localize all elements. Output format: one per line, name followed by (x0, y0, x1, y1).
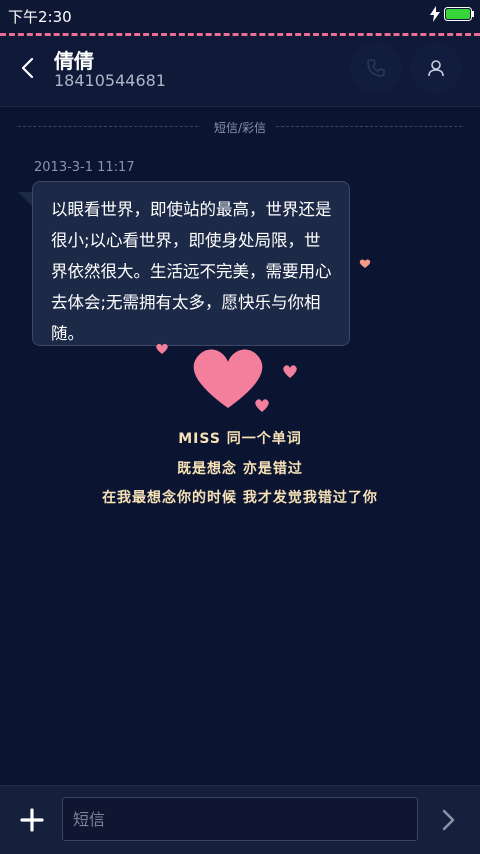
sms-divider: 短信/彩信 (18, 119, 462, 135)
art-text-line-1: MISS 同一个单词 (178, 431, 302, 447)
contact-info-button[interactable] (410, 42, 462, 94)
send-arrow-icon[interactable] (438, 808, 458, 832)
battery-icon (444, 7, 474, 21)
small-heart-icon (156, 343, 168, 354)
art-text-line-2: 既是想念 亦是错过 (177, 461, 303, 477)
charging-bolt-icon (430, 6, 440, 22)
person-icon (428, 60, 444, 77)
divider-label: 短信/彩信 (213, 121, 267, 135)
phone-icon (367, 59, 385, 77)
call-button[interactable] (350, 42, 402, 94)
status-bar: 下午2:30 (0, 0, 480, 32)
small-heart-icon (255, 399, 269, 412)
conversation-header: 倩倩 18410544681 (0, 36, 480, 107)
big-heart-icon (193, 349, 263, 408)
small-heart-icon (283, 365, 297, 378)
compose-bar (0, 785, 480, 854)
status-time: 下午2:30 (8, 8, 72, 26)
message-timestamp: 2013-3-1 11:17 (34, 160, 135, 175)
message-text: 以眼看世界，即使站的最高，世界还是很小;以心看世界，即使身处局限，世界依然很大。… (51, 200, 332, 343)
message-input[interactable] (62, 797, 418, 841)
back-arrow-icon[interactable] (18, 56, 38, 80)
add-attachment-icon[interactable] (20, 808, 44, 832)
wallpaper-art: MISS 同一个单词 既是想念 亦是错过 在我最想念你的时候 我才发觉我错过了你 (0, 340, 480, 520)
divider-line-right (276, 126, 462, 127)
art-text-line-3: 在我最想念你的时候 我才发觉我错过了你 (102, 490, 378, 506)
message-bubble[interactable]: 以眼看世界，即使站的最高，世界还是很小;以心看世界，即使身处局限，世界依然很大。… (32, 181, 350, 346)
contact-number: 18410544681 (54, 71, 166, 90)
contact-name: 倩倩 (54, 49, 94, 73)
tiny-heart-icon (359, 259, 371, 268)
